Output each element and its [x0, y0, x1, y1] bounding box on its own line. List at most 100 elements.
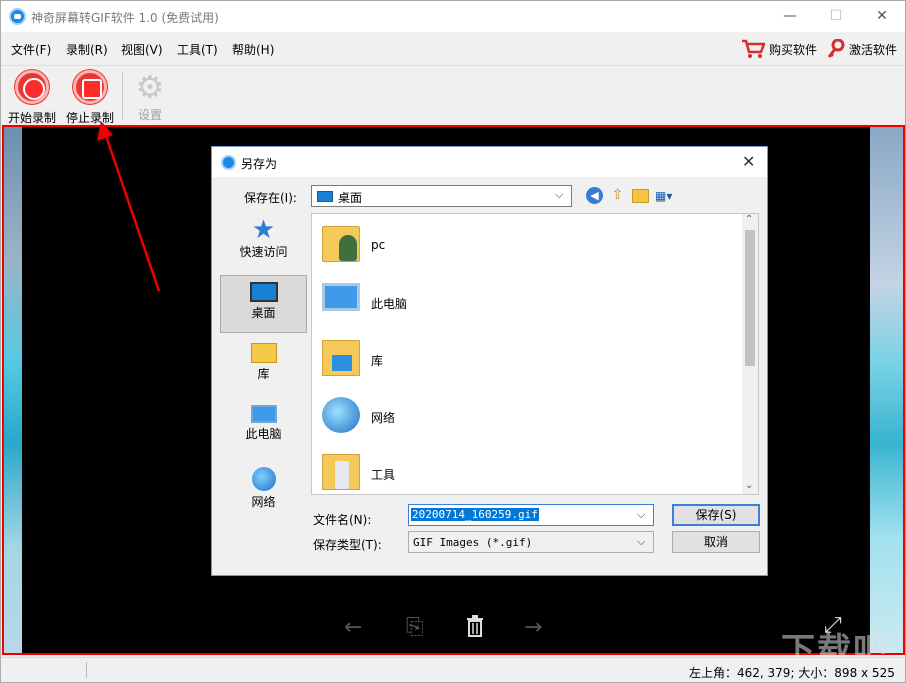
filename-label: 文件名(N):	[313, 513, 372, 527]
place-label: 此电脑	[245, 427, 282, 441]
network-globe-icon	[322, 397, 360, 433]
filetype-value: GIF Images (*.gif)	[413, 536, 533, 549]
background-image-right	[870, 127, 903, 653]
list-item[interactable]: 网络	[312, 389, 742, 445]
filetype-select[interactable]: GIF Images (*.gif) ⌵	[408, 531, 654, 553]
menu-bar: 文件(F) 录制(R) 视图(V) 工具(T) 帮助(H) 购买软件 激活软件	[1, 32, 905, 65]
buy-software-label: 购买软件	[769, 42, 818, 57]
back-arrow-icon[interactable]: ◀	[586, 187, 603, 204]
save-button[interactable]: 保存(S)	[672, 504, 760, 526]
settings-label: 设置	[137, 108, 162, 122]
stop-record-label: 停止录制	[65, 111, 114, 125]
activate-software-label: 激活软件	[849, 42, 898, 57]
user-folder-icon	[322, 226, 360, 262]
library-folder-icon	[322, 340, 360, 376]
file-name: pc	[371, 238, 386, 252]
gear-icon: ⚙	[135, 68, 165, 106]
desktop-icon	[317, 191, 333, 202]
filetype-label: 保存类型(T):	[313, 538, 382, 552]
key-icon	[827, 39, 845, 58]
start-record-label: 开始录制	[7, 111, 56, 125]
status-text: 左上角：462, 379; 大小：898 x 525	[689, 666, 895, 680]
computer-icon	[250, 405, 277, 423]
file-name: 库	[371, 354, 384, 368]
file-list[interactable]: pc 此电脑 库 网络 工具 ⌃ ⌄	[311, 213, 759, 495]
dialog-app-icon	[221, 155, 236, 170]
activate-software-button[interactable]: 激活软件	[827, 38, 897, 60]
close-button[interactable]: ✕	[859, 1, 905, 32]
chevron-down-icon: ⌵	[637, 535, 646, 548]
file-name: 网络	[371, 411, 396, 425]
places-bar: ★ 快速访问 桌面 库 此电脑 网络	[218, 213, 311, 509]
status-divider	[86, 662, 87, 678]
start-record-button[interactable]: 开始录制	[5, 70, 59, 126]
stop-record-button[interactable]: 停止录制	[63, 70, 117, 126]
place-quick-access[interactable]: ★ 快速访问	[220, 213, 307, 271]
place-desktop[interactable]: 桌面	[220, 275, 307, 333]
list-item[interactable]: 工具	[312, 446, 742, 502]
menu-view[interactable]: 视图(V)	[121, 41, 163, 58]
filename-input[interactable]: 20200714_160259.gif ⌵	[408, 504, 654, 526]
background-image-left	[4, 127, 22, 653]
menu-tools[interactable]: 工具(T)	[177, 41, 218, 58]
place-label: 桌面	[251, 306, 276, 320]
dialog-title-bar: 另存为 ✕	[212, 147, 767, 177]
place-network[interactable]: 网络	[220, 461, 307, 519]
filename-value[interactable]: 20200714_160259.gif	[411, 508, 539, 521]
chevron-down-icon: ⌵	[555, 188, 564, 201]
menu-help[interactable]: 帮助(H)	[232, 41, 274, 58]
list-item[interactable]: pc	[312, 218, 742, 274]
dialog-title: 另存为	[241, 157, 278, 171]
file-name: 此电脑	[371, 297, 408, 311]
cancel-button[interactable]: 取消	[672, 531, 760, 553]
save-in-label: 保存在(I):	[244, 191, 297, 205]
save-in-value: 桌面	[338, 191, 363, 205]
dialog-close-button[interactable]: ✕	[742, 152, 755, 171]
previous-frame-button[interactable]: ←	[344, 615, 362, 640]
window-title: 神奇屏幕转GIF软件 1.0 (免费试用)	[31, 11, 219, 25]
shopping-cart-icon	[742, 39, 765, 58]
trash-icon	[467, 615, 483, 637]
list-item[interactable]: 库	[312, 332, 742, 388]
maximize-button[interactable]: ☐	[813, 1, 859, 32]
scroll-thumb[interactable]	[745, 230, 755, 366]
menu-file[interactable]: 文件(F)	[11, 41, 51, 58]
desktop-icon	[249, 282, 278, 302]
view-menu-icon[interactable]: ▦▾	[655, 188, 681, 204]
file-name: 工具	[371, 468, 396, 482]
frame-icon-button[interactable]: ⎘	[406, 615, 424, 640]
place-label: 库	[257, 367, 270, 381]
status-bar: 左上角：462, 379; 大小：898 x 525	[1, 657, 905, 682]
scroll-up-icon[interactable]: ⌃	[745, 214, 753, 225]
up-folder-icon[interactable]: ⇧	[609, 187, 626, 204]
title-bar: 神奇屏幕转GIF软件 1.0 (免费试用) — ☐ ✕	[1, 1, 905, 32]
buy-software-button[interactable]: 购买软件	[741, 38, 817, 60]
menu-record[interactable]: 录制(R)	[66, 41, 108, 58]
place-label: 快速访问	[239, 245, 288, 259]
settings-button[interactable]: ⚙ 设置	[123, 70, 177, 123]
record-icon	[15, 70, 49, 104]
minimize-button[interactable]: —	[767, 1, 813, 32]
place-this-pc[interactable]: 此电脑	[220, 399, 307, 457]
scroll-down-icon[interactable]: ⌄	[745, 480, 753, 491]
place-label: 网络	[251, 495, 276, 509]
chevron-down-icon[interactable]: ⌵	[637, 508, 645, 522]
new-folder-icon[interactable]	[632, 188, 649, 203]
place-library[interactable]: 库	[220, 337, 307, 395]
vertical-scrollbar[interactable]: ⌃ ⌄	[742, 214, 758, 494]
star-icon: ★	[251, 215, 276, 245]
library-icon	[250, 343, 277, 363]
app-window: 神奇屏幕转GIF软件 1.0 (免费试用) — ☐ ✕ 文件(F) 录制(R) …	[0, 0, 906, 683]
toolbar: 开始录制 停止录制 ⚙ 设置	[1, 65, 905, 125]
list-item[interactable]: 此电脑	[312, 275, 742, 331]
save-in-dropdown[interactable]: 桌面 ⌵	[311, 185, 572, 207]
computer-icon	[322, 283, 360, 311]
stop-icon	[73, 70, 107, 104]
save-as-dialog: 另存为 ✕ 保存在(I): 桌面 ⌵ ◀ ⇧ ▦▾ ★ 快速访问 桌面 库 此电…	[211, 146, 768, 576]
delete-frame-button[interactable]	[466, 615, 484, 643]
dialog-nav-toolbar: ◀ ⇧ ▦▾	[586, 187, 681, 204]
next-frame-button[interactable]: →	[524, 615, 542, 640]
network-globe-icon	[251, 467, 276, 491]
tools-folder-icon	[322, 454, 360, 490]
app-logo-icon	[9, 8, 26, 25]
